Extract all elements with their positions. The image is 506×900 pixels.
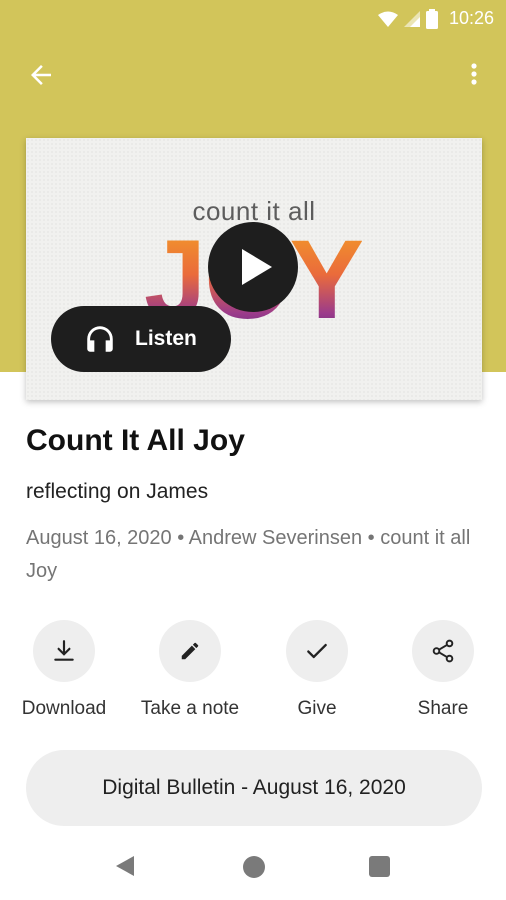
- pencil-icon: [181, 642, 199, 660]
- share-icon: [432, 639, 454, 663]
- recents-square-icon[interactable]: [369, 856, 390, 877]
- download-label: Download: [21, 698, 107, 719]
- sermon-subtitle: reflecting on James: [26, 480, 209, 503]
- check-icon: [307, 643, 327, 659]
- download-button[interactable]: Download: [4, 620, 124, 720]
- sermon-meta: August 16, 2020 • Andrew Severinsen • co…: [26, 527, 471, 582]
- give-label: Give: [297, 698, 337, 719]
- headphones-icon: [87, 326, 113, 352]
- take-note-label: Take a note: [140, 698, 240, 719]
- play-button[interactable]: [208, 222, 298, 312]
- download-icon: [54, 640, 74, 661]
- take-note-button[interactable]: Take a note: [130, 620, 250, 720]
- arrow-left-icon: [31, 65, 51, 85]
- listen-label: Listen: [135, 327, 197, 350]
- action-row: Download Take a note Give Share: [0, 620, 506, 730]
- status-icons: [378, 9, 438, 29]
- give-button[interactable]: Give: [257, 620, 377, 720]
- play-icon: [242, 249, 272, 285]
- battery-icon: [426, 9, 438, 29]
- more-vert-icon: [471, 63, 477, 85]
- signal-icon: [404, 11, 420, 27]
- system-nav-bar: [0, 836, 506, 900]
- status-time: 10:26: [448, 8, 494, 28]
- digital-bulletin-label: Digital Bulletin - August 16, 2020: [102, 776, 406, 799]
- share-label: Share: [417, 698, 469, 719]
- back-button[interactable]: [26, 60, 56, 90]
- digital-bulletin-button[interactable]: Digital Bulletin - August 16, 2020: [26, 750, 482, 826]
- status-bar: 10:26: [0, 0, 506, 36]
- more-options-button[interactable]: [464, 60, 484, 90]
- sermon-title: Count It All Joy: [26, 424, 245, 457]
- back-triangle-icon[interactable]: [114, 854, 136, 878]
- home-circle-icon[interactable]: [243, 856, 265, 878]
- share-button[interactable]: Share: [383, 620, 503, 720]
- listen-button[interactable]: Listen: [51, 306, 231, 372]
- wifi-icon: [378, 11, 398, 27]
